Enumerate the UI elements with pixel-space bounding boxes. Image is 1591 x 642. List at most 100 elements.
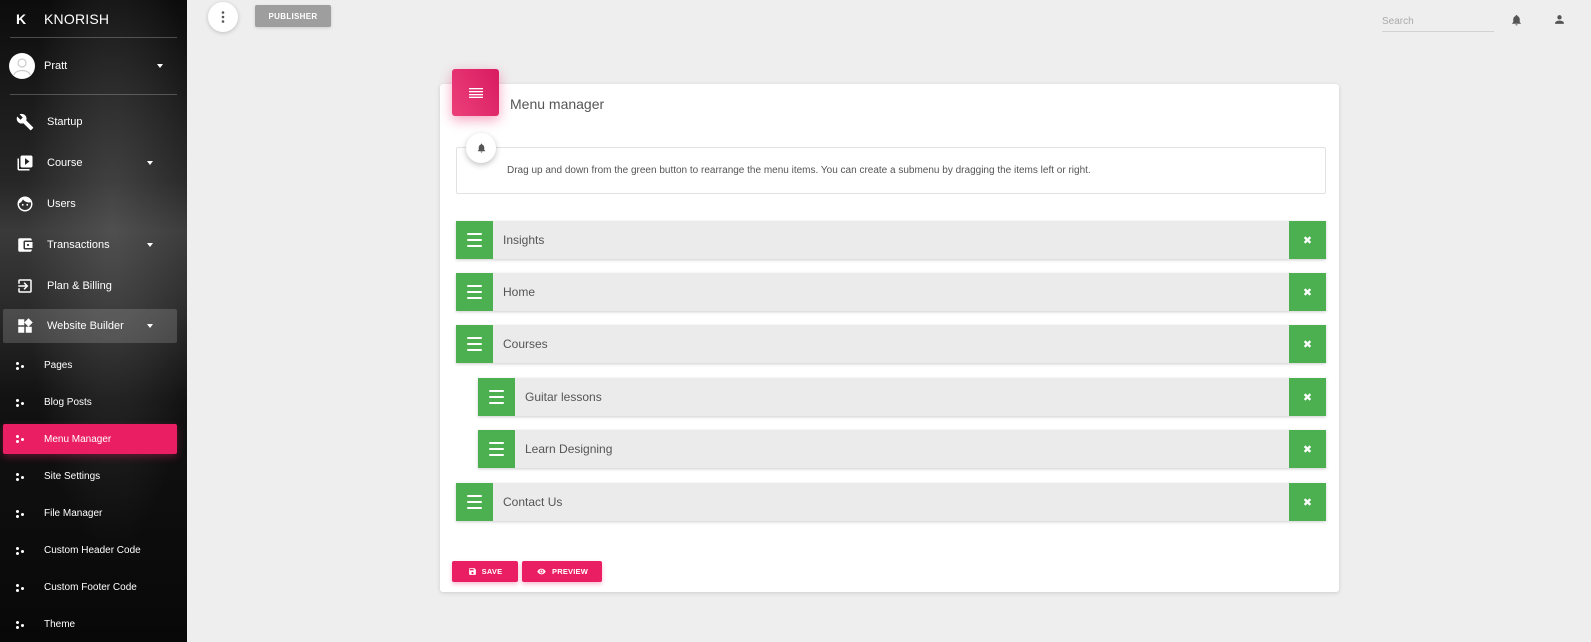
- sidebar-subitem-label: Site Settings: [44, 471, 101, 482]
- account-person-icon[interactable]: [1553, 13, 1566, 31]
- sidebar-subitem-menu-manager[interactable]: Menu Manager: [3, 424, 177, 454]
- drag-handle-icon[interactable]: [456, 483, 493, 521]
- wrench-icon: [15, 112, 35, 132]
- close-icon: ✖: [1302, 496, 1313, 509]
- remove-item-button[interactable]: ✖: [1289, 273, 1326, 311]
- sidebar-item-label: Startup: [47, 115, 83, 128]
- remove-item-button[interactable]: ✖: [1289, 430, 1326, 468]
- drag-handle-icon[interactable]: [456, 221, 493, 259]
- avatar-icon: [13, 58, 31, 76]
- card-title: Menu manager: [510, 96, 605, 112]
- drag-handle-icon[interactable]: [456, 325, 493, 363]
- close-icon: ✖: [1302, 391, 1313, 404]
- sidebar-subitem-label: Custom Footer Code: [44, 582, 137, 593]
- save-label: SAVE: [481, 567, 503, 576]
- menu-item-row[interactable]: Insights ✖: [456, 221, 1326, 259]
- sidebar-toggle-button[interactable]: [208, 2, 238, 32]
- sidebar-subitem-label: File Manager: [44, 508, 103, 519]
- save-button[interactable]: SAVE: [452, 561, 518, 582]
- menu-item-row[interactable]: Contact Us ✖: [456, 483, 1326, 521]
- sidebar-item-startup[interactable]: Startup: [3, 101, 177, 142]
- caret-down-icon: [147, 324, 153, 328]
- sidebar-subitem-blog-posts[interactable]: Blog Posts: [3, 384, 177, 421]
- logo-full: KNORISH: [44, 10, 110, 27]
- dots-icon: [16, 509, 25, 518]
- close-icon: ✖: [1302, 443, 1313, 456]
- menu-item-row[interactable]: Home ✖: [456, 273, 1326, 311]
- close-icon: ✖: [1302, 338, 1313, 351]
- preview-button[interactable]: PREVIEW: [522, 561, 602, 582]
- remove-item-button[interactable]: ✖: [1289, 325, 1326, 363]
- sidebar-subitem-custom-footer-code[interactable]: Custom Footer Code: [3, 569, 177, 606]
- exit-to-app-icon: [15, 276, 35, 296]
- dots-icon: [16, 620, 25, 629]
- menu-item-label: Insights: [503, 233, 545, 247]
- sidebar-item-plan-billing[interactable]: Plan & Billing: [3, 265, 177, 306]
- preview-label: PREVIEW: [552, 567, 588, 576]
- publisher-button[interactable]: PUBLISHER: [255, 5, 331, 27]
- caret-down-icon: [147, 242, 153, 247]
- sidebar-subitem-label: Pages: [44, 360, 73, 371]
- remove-item-button[interactable]: ✖: [1289, 221, 1326, 259]
- sidebar-subitem-file-manager[interactable]: File Manager: [3, 495, 177, 532]
- notifications-bell-icon[interactable]: [1510, 13, 1523, 32]
- save-icon: [468, 568, 476, 575]
- menu-item-label: Courses: [503, 337, 548, 351]
- sidebar-subitem-label: Custom Header Code: [44, 545, 141, 556]
- remove-item-button[interactable]: ✖: [1289, 378, 1326, 416]
- eye-icon: [537, 568, 546, 575]
- avatar: [9, 53, 35, 79]
- sidebar-item-label: Users: [47, 197, 76, 210]
- search-input[interactable]: [1382, 12, 1494, 32]
- sidebar-item-course[interactable]: Course: [3, 142, 177, 183]
- sidebar-subitem-label: Theme: [44, 619, 76, 630]
- sidebar-item-label: Course: [47, 156, 83, 169]
- dots-icon: [16, 361, 25, 370]
- drag-handle-icon[interactable]: [456, 273, 493, 311]
- drag-handle-icon[interactable]: [478, 430, 515, 468]
- submenu-item-row[interactable]: Guitar lessons ✖: [478, 378, 1326, 416]
- menu-item-label: Learn Designing: [525, 442, 613, 456]
- caret-down-icon: [157, 64, 163, 68]
- sidebar-divider: [10, 94, 177, 95]
- submenu-item-row[interactable]: Learn Designing ✖: [478, 430, 1326, 468]
- alert-bell-icon: [466, 133, 496, 163]
- sidebar-subitem-pages[interactable]: Pages: [3, 347, 177, 384]
- sidebar-item-label: Website Builder: [47, 320, 124, 332]
- video-library-icon: [15, 153, 35, 173]
- face-icon: [15, 194, 35, 214]
- dots-icon: [16, 435, 25, 443]
- sidebar-item-website-builder[interactable]: Website Builder: [3, 309, 177, 343]
- sidebar-item-label: Plan & Billing: [47, 279, 112, 292]
- sidebar: K KNORISH Pratt Startup Course Users Tra: [0, 0, 187, 642]
- sidebar-subitem-label: Menu Manager: [44, 433, 112, 445]
- menu-item-label: Guitar lessons: [525, 390, 602, 404]
- close-icon: ✖: [1302, 286, 1313, 299]
- menu-item-row[interactable]: Courses ✖: [456, 325, 1326, 363]
- dots-icon: [16, 546, 25, 555]
- sidebar-item-label: Transactions: [47, 238, 110, 251]
- wallet-icon: [15, 235, 35, 255]
- brand[interactable]: K KNORISH: [0, 0, 187, 37]
- caret-down-icon: [147, 160, 153, 165]
- logo-mini: K: [16, 10, 27, 27]
- menu-item-label: Home: [503, 285, 536, 299]
- sidebar-item-transactions[interactable]: Transactions: [3, 224, 177, 265]
- widgets-icon: [15, 316, 35, 336]
- user-menu[interactable]: Pratt: [0, 38, 187, 94]
- instructions-text: Drag up and down from the green button t…: [507, 165, 1091, 176]
- sidebar-subitem-site-settings[interactable]: Site Settings: [3, 458, 177, 495]
- list-icon: [452, 69, 499, 116]
- sidebar-subitem-custom-header-code[interactable]: Custom Header Code: [3, 532, 177, 569]
- sidebar-subitem-theme[interactable]: Theme: [3, 606, 177, 642]
- user-name: Pratt: [44, 60, 68, 72]
- dots-icon: [16, 398, 25, 407]
- sidebar-item-users[interactable]: Users: [3, 183, 177, 224]
- sidebar-subitem-label: Blog Posts: [44, 397, 92, 408]
- dots-icon: [16, 583, 25, 592]
- instructions-alert: Drag up and down from the green button t…: [456, 147, 1326, 194]
- dots-icon: [16, 472, 25, 481]
- menu-item-label: Contact Us: [503, 495, 563, 509]
- drag-handle-icon[interactable]: [478, 378, 515, 416]
- remove-item-button[interactable]: ✖: [1289, 483, 1326, 521]
